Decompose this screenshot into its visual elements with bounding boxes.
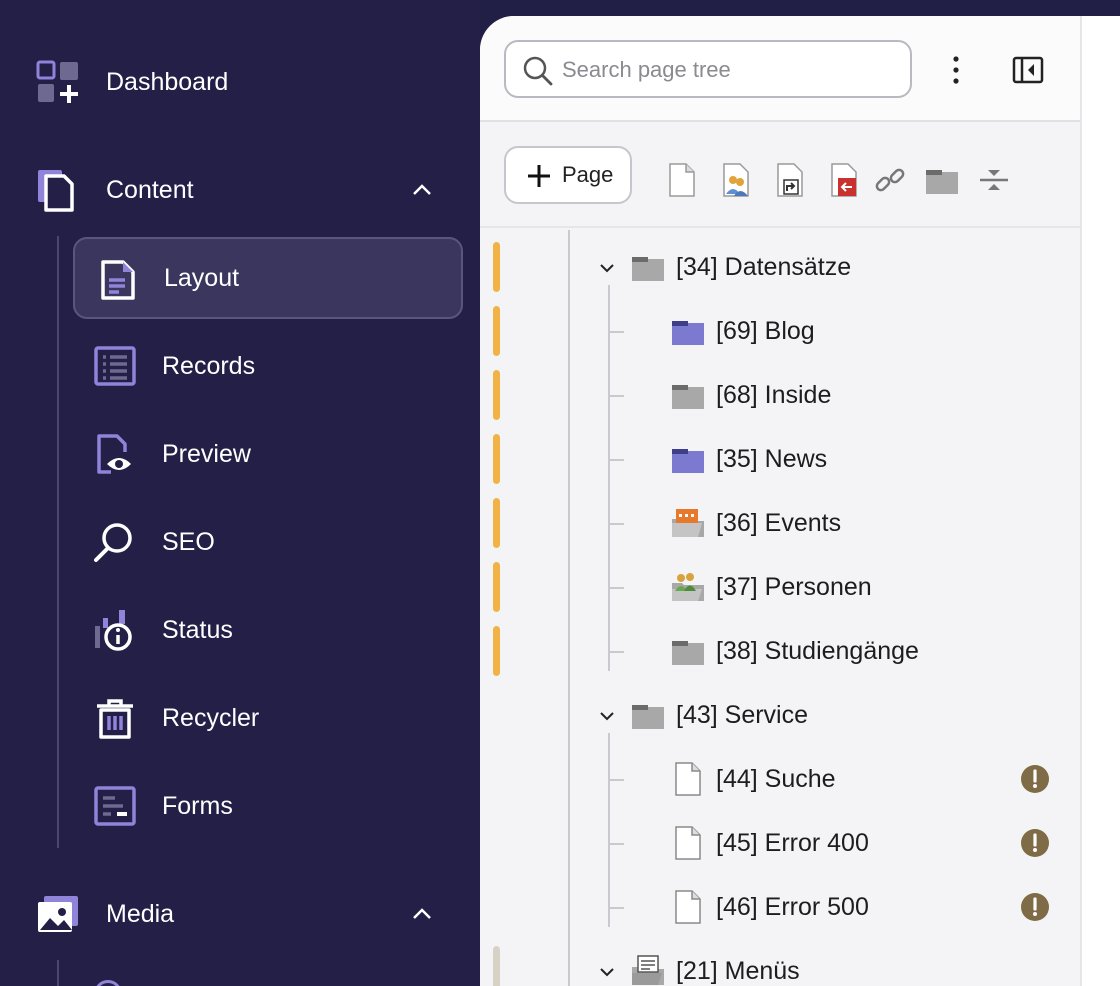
tree-node-label: [38] Studiengänge bbox=[716, 636, 919, 665]
layout-page-icon bbox=[101, 260, 135, 300]
page-tree-header bbox=[480, 16, 1080, 122]
tree-node[interactable]: [21] Menüs bbox=[480, 951, 1080, 986]
module-preview-label: Preview bbox=[162, 439, 251, 468]
tree-node-label: [36] Events bbox=[716, 508, 842, 537]
page-tree-toolbar: Page bbox=[480, 124, 1080, 228]
backend-user-section-icon[interactable] bbox=[718, 162, 754, 198]
warning-icon[interactable] bbox=[1020, 892, 1050, 922]
module-dashboard[interactable]: Dashboard bbox=[0, 52, 480, 112]
module-menu: Dashboard Content Layout Records Preview… bbox=[0, 0, 480, 986]
module-preview[interactable]: Preview bbox=[73, 413, 463, 495]
add-page-button[interactable]: Page bbox=[504, 146, 632, 204]
collapse-panel-icon[interactable] bbox=[1010, 52, 1046, 88]
page-tree-search[interactable] bbox=[504, 40, 912, 98]
module-forms-label: Forms bbox=[162, 791, 233, 820]
recycler-trash-icon bbox=[97, 699, 133, 739]
folder-grey-icon bbox=[632, 705, 664, 729]
tree-node[interactable]: [43] Service bbox=[480, 695, 1080, 735]
module-status-label: Status bbox=[162, 615, 233, 644]
module-recycler-label: Recycler bbox=[162, 703, 260, 732]
media-group-line bbox=[57, 960, 59, 986]
seo-magnifier-icon bbox=[94, 523, 132, 562]
module-records-label: Records bbox=[162, 351, 256, 380]
warning-icon[interactable] bbox=[1020, 828, 1050, 858]
dashboard-icon bbox=[36, 60, 78, 103]
content-frame-edge bbox=[1080, 16, 1120, 986]
warning-icon[interactable] bbox=[1020, 764, 1050, 794]
module-layout-label: Layout bbox=[164, 263, 240, 292]
module-recycler[interactable]: Recycler bbox=[73, 677, 463, 759]
search-icon bbox=[523, 56, 553, 86]
tree-node[interactable]: [68] Inside bbox=[480, 375, 1080, 415]
tree-node[interactable]: [44] Suche bbox=[480, 759, 1080, 799]
module-group-content-label: Content bbox=[106, 175, 194, 204]
folder-blue-icon bbox=[672, 321, 704, 345]
shortcut-icon[interactable] bbox=[772, 162, 808, 198]
page-icon bbox=[675, 890, 701, 924]
more-options-icon[interactable] bbox=[938, 52, 974, 88]
tree-node-label: [44] Suche bbox=[716, 764, 836, 793]
link-icon[interactable] bbox=[872, 162, 908, 198]
tree-node-label: [69] Blog bbox=[716, 316, 815, 345]
module-layout[interactable]: Layout bbox=[73, 237, 463, 319]
module-group-media-label: Media bbox=[106, 899, 175, 928]
chevron-down-icon[interactable] bbox=[596, 257, 618, 279]
tree-node[interactable]: [35] News bbox=[480, 439, 1080, 479]
chevron-up-icon[interactable] bbox=[406, 898, 438, 930]
folder-icon[interactable] bbox=[924, 162, 960, 198]
tree-node[interactable]: [37] Personen bbox=[480, 567, 1080, 607]
content-page-icon bbox=[38, 170, 74, 212]
tree-node-label: [34] Datensätze bbox=[676, 252, 852, 281]
tree-node[interactable]: [69] Blog bbox=[480, 311, 1080, 351]
page-doktype-icon[interactable] bbox=[664, 162, 700, 198]
status-info-icon bbox=[95, 610, 132, 651]
tree-node[interactable]: [46] Error 500 bbox=[480, 887, 1080, 927]
chevron-down-icon[interactable] bbox=[596, 705, 618, 727]
forms-icon bbox=[94, 786, 136, 826]
chevron-down-icon[interactable] bbox=[596, 961, 618, 983]
tree-node[interactable]: [34] Datensätze bbox=[480, 247, 1080, 287]
tree-node-label: [37] Personen bbox=[716, 572, 872, 601]
tree-node[interactable]: [36] Events bbox=[480, 503, 1080, 543]
page-icon bbox=[675, 826, 701, 860]
folder-grey-icon bbox=[672, 641, 704, 665]
tree-node-label: [21] Menüs bbox=[676, 956, 800, 985]
folder-blue-icon bbox=[672, 449, 704, 473]
tree-node-label: [46] Error 500 bbox=[716, 892, 869, 921]
module-dashboard-label: Dashboard bbox=[106, 67, 229, 96]
folder-menu-icon bbox=[632, 955, 664, 985]
tree-node-label: [43] Service bbox=[676, 700, 809, 729]
preview-eye-icon bbox=[97, 434, 131, 474]
folder-grey-icon bbox=[632, 257, 664, 281]
module-group-media[interactable]: Media bbox=[0, 884, 480, 944]
folder-calendar-icon bbox=[672, 509, 704, 537]
mountpoint-icon[interactable] bbox=[826, 162, 862, 198]
page-tree-panel: Page bbox=[480, 16, 1120, 986]
media-image-icon bbox=[38, 896, 78, 932]
plus-icon bbox=[528, 165, 550, 187]
folder-people-icon bbox=[672, 573, 704, 601]
module-status[interactable]: Status bbox=[73, 589, 463, 671]
folder-grey-icon bbox=[672, 385, 704, 409]
module-seo-label: SEO bbox=[162, 527, 215, 556]
module-group-content[interactable]: Content bbox=[0, 160, 480, 220]
module-forms[interactable]: Forms bbox=[73, 765, 463, 847]
media-item-icon bbox=[94, 980, 122, 986]
spacer-icon[interactable] bbox=[976, 162, 1012, 198]
module-records[interactable]: Records bbox=[73, 325, 463, 407]
search-input[interactable] bbox=[562, 52, 902, 88]
tree-node[interactable]: [45] Error 400 bbox=[480, 823, 1080, 863]
chevron-up-icon[interactable] bbox=[406, 174, 438, 206]
tree-node-label: [35] News bbox=[716, 444, 828, 473]
page-icon bbox=[675, 762, 701, 796]
content-group-line bbox=[57, 236, 59, 848]
tree-node-label: [45] Error 400 bbox=[716, 828, 869, 857]
records-list-icon bbox=[94, 346, 136, 386]
add-page-label: Page bbox=[562, 162, 614, 187]
tree-node[interactable]: [38] Studiengänge bbox=[480, 631, 1080, 671]
module-seo[interactable]: SEO bbox=[73, 501, 463, 583]
page-tree: [34] Datensätze [69] Blog [68] Inside [3… bbox=[480, 230, 1080, 986]
tree-node-label: [68] Inside bbox=[716, 380, 832, 409]
